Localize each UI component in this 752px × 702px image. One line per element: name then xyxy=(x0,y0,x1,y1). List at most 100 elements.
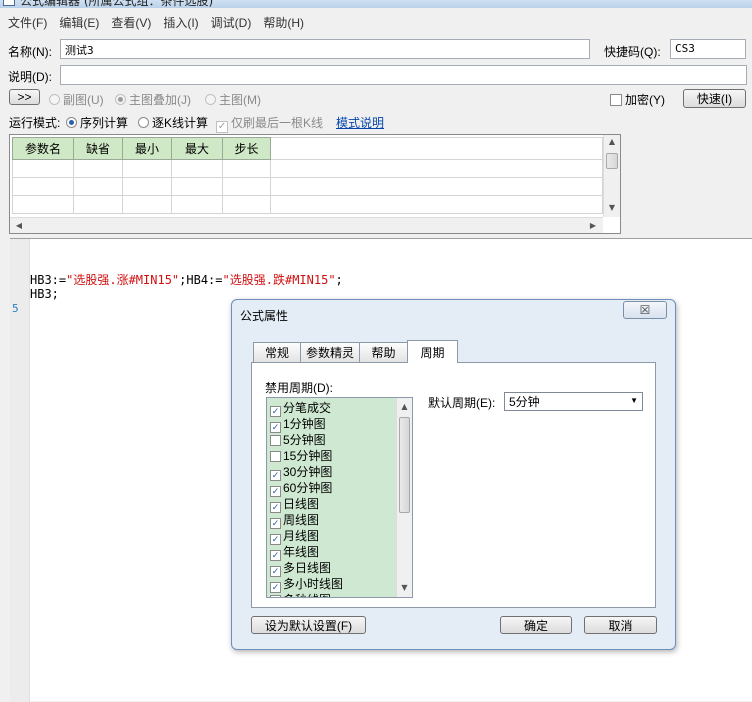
scroll-left-arrow-icon[interactable]: ◀ xyxy=(14,221,24,230)
table-cell[interactable] xyxy=(171,159,223,178)
table-cell[interactable] xyxy=(73,177,123,196)
radio-per-kline-label: 逐K线计算 xyxy=(152,116,209,130)
period-list-item[interactable]: ✓ 30分钟图 xyxy=(270,463,333,481)
menu-debug[interactable]: 调试(D) xyxy=(211,14,252,31)
set-default-button[interactable]: 设为默认设置(F) xyxy=(251,616,366,634)
scroll-right-arrow-icon[interactable]: ▶ xyxy=(588,221,598,230)
period-list-item[interactable]: ✓ 日线图 xyxy=(270,495,319,513)
name-input[interactable]: 测试3 xyxy=(60,39,590,59)
table-cell[interactable] xyxy=(122,159,172,178)
radio-sequential[interactable]: 序列计算 xyxy=(66,114,128,131)
params-horizontal-scrollbar[interactable]: ◀ ▶ xyxy=(10,217,603,233)
period-list-item[interactable]: 15分钟图 xyxy=(270,447,332,463)
tab-param-wizard[interactable]: 参数精灵 xyxy=(300,342,360,362)
period-label: 多日线图 xyxy=(283,561,332,575)
table-cell[interactable] xyxy=(73,159,123,178)
window-title: 公式编辑器 (所属公式组：条件选股) xyxy=(20,0,214,8)
period-list-item[interactable]: ✓ 周线图 xyxy=(270,511,319,529)
table-cell[interactable] xyxy=(12,195,74,214)
table-row[interactable] xyxy=(12,159,603,178)
radio-overlay[interactable]: 主图叠加(J) xyxy=(115,91,191,108)
tab-period[interactable]: 周期 xyxy=(407,340,458,363)
radio-mainchart[interactable]: 主图(M) xyxy=(205,91,261,108)
shortcut-input[interactable]: CS3 xyxy=(670,39,746,59)
scroll-up-arrow-icon[interactable]: ▲ xyxy=(397,402,412,411)
table-cell[interactable] xyxy=(171,177,223,196)
tab-help[interactable]: 帮助 xyxy=(359,342,408,362)
last-only-checkbox[interactable]: ✓ 仅刷最后一根K线 xyxy=(216,114,323,133)
col-header-step[interactable]: 步长 xyxy=(222,137,271,160)
dialog-close-button[interactable]: ☒ xyxy=(623,301,667,319)
tab-general[interactable]: 常规 xyxy=(253,342,301,362)
scroll-down-arrow-icon[interactable]: ▼ xyxy=(397,583,412,592)
col-header-param-name[interactable]: 参数名 xyxy=(12,137,74,160)
period-label: 5分钟图 xyxy=(283,433,326,447)
radio-sequential-indicator xyxy=(66,117,77,128)
code-text: ;HB4:= xyxy=(179,273,223,287)
period-tab-panel: 禁用周期(D): ✓ 分笔成交 ✓ 1分钟图 5分钟图 15分钟图 ✓ 30分钟图 ✓ 60分钟图… xyxy=(251,362,656,608)
expand-button[interactable]: >> xyxy=(9,89,40,105)
mode-help-link[interactable]: 模式说明 xyxy=(336,114,384,131)
default-period-select[interactable]: 5分钟 ▼ xyxy=(504,392,643,411)
menu-view[interactable]: 查看(V) xyxy=(111,14,151,31)
table-cell[interactable] xyxy=(222,195,271,214)
description-label: 说明(D): xyxy=(8,70,52,84)
menu-insert[interactable]: 插入(I) xyxy=(163,14,198,31)
table-cell[interactable] xyxy=(222,177,271,196)
period-list-item[interactable]: ✓ 年线图 xyxy=(270,543,319,561)
col-header-default[interactable]: 缺省 xyxy=(73,137,123,160)
code-line-1[interactable]: HB3:="选股强.涨#MIN15";HB4:="选股强.跌#MIN15"; xyxy=(30,271,343,288)
scroll-up-arrow-icon[interactable]: ▲ xyxy=(604,137,620,146)
period-label: 15分钟图 xyxy=(283,449,333,463)
cancel-button[interactable]: 取消 xyxy=(584,616,657,634)
col-header-min[interactable]: 最小 xyxy=(122,137,172,160)
period-list-item[interactable]: ✓ 多小时线图 xyxy=(270,575,343,593)
table-row[interactable] xyxy=(12,177,603,196)
table-cell[interactable] xyxy=(12,159,74,178)
radio-subchart-indicator xyxy=(49,94,60,105)
code-text: ; xyxy=(335,273,343,287)
period-list-item[interactable]: ✓ 多日线图 xyxy=(270,559,332,577)
period-checkbox[interactable] xyxy=(270,595,281,597)
period-list-item[interactable]: ✓ 月线图 xyxy=(270,527,319,545)
table-cell[interactable] xyxy=(222,159,271,178)
menu-edit[interactable]: 编辑(E) xyxy=(59,14,99,31)
col-header-max[interactable]: 最大 xyxy=(171,137,223,160)
table-cell[interactable] xyxy=(12,177,74,196)
menu-file[interactable]: 文件(F) xyxy=(8,14,47,31)
params-vertical-scrollbar[interactable]: ▲ ▼ xyxy=(603,135,620,217)
ok-button[interactable]: 确定 xyxy=(500,616,572,634)
table-cell[interactable] xyxy=(122,195,172,214)
quick-button[interactable]: 快速(I) xyxy=(683,89,746,108)
period-list-item[interactable]: ✓ 1分钟图 xyxy=(270,415,326,433)
table-cell[interactable] xyxy=(122,177,172,196)
scroll-thumb[interactable] xyxy=(606,153,618,169)
table-cell xyxy=(270,195,603,214)
table-cell[interactable] xyxy=(171,195,223,214)
radio-per-kline[interactable]: 逐K线计算 xyxy=(138,114,208,131)
period-label: 30分钟图 xyxy=(283,465,333,479)
radio-subchart-label: 副图(U) xyxy=(63,93,104,107)
period-checkbox[interactable] xyxy=(270,435,281,446)
radio-overlay-label: 主图叠加(J) xyxy=(129,93,191,107)
period-list-item[interactable]: ✓ 分笔成交 xyxy=(270,399,331,417)
table-cell[interactable] xyxy=(73,195,123,214)
dialog-title: 公式属性 xyxy=(240,309,289,323)
period-list-item[interactable]: 多秒线图 xyxy=(270,591,331,597)
scroll-down-arrow-icon[interactable]: ▼ xyxy=(604,203,620,212)
description-input[interactable] xyxy=(60,65,747,85)
encrypt-checkbox[interactable]: 加密(Y) xyxy=(610,91,665,108)
period-list-scrollbar[interactable]: ▲ ▼ xyxy=(396,398,412,597)
code-string-2: "选股强.跌#MIN15" xyxy=(222,273,336,287)
menu-help[interactable]: 帮助(H) xyxy=(263,14,304,31)
radio-subchart[interactable]: 副图(U) xyxy=(49,91,104,108)
radio-mainchart-label: 主图(M) xyxy=(219,93,261,107)
code-line-2[interactable]: HB3; xyxy=(30,287,59,301)
disabled-periods-list[interactable]: ✓ 分笔成交 ✓ 1分钟图 5分钟图 15分钟图 ✓ 30分钟图 ✓ 60分钟图 ✓ 日线图 ✓ 周线图 ✓… xyxy=(266,397,413,598)
table-row[interactable] xyxy=(12,195,603,214)
period-list-item[interactable]: 5分钟图 xyxy=(270,431,326,447)
period-checkbox[interactable] xyxy=(270,451,281,462)
table-cell xyxy=(270,159,603,178)
scroll-thumb[interactable] xyxy=(399,417,410,513)
period-list-item[interactable]: ✓ 60分钟图 xyxy=(270,479,332,497)
